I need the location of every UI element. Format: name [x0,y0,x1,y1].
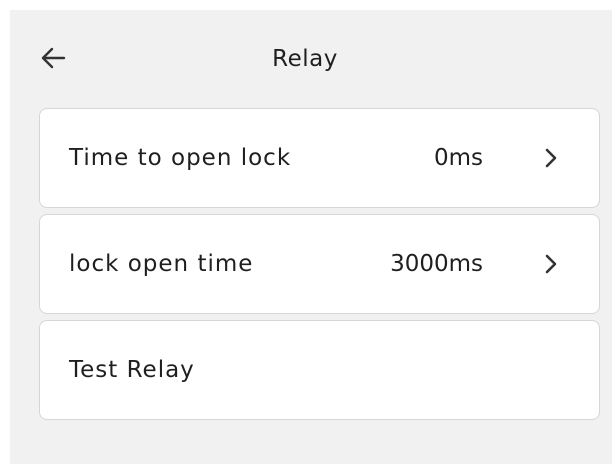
chevron-right-icon [545,254,557,274]
settings-row-label: Test Relay [69,357,195,383]
page-title: Relay [272,46,338,72]
settings-row-label: Time to open lock [69,145,292,171]
chevron-right-icon [545,148,557,168]
settings-row-time-to-open-lock[interactable]: Time to open lock 0ms [39,108,600,208]
settings-row-lock-open-time[interactable]: lock open time 3000ms [39,214,600,314]
header: Relay [10,10,612,108]
relay-settings-screen: Relay Time to open lock 0ms lock open ti… [10,10,612,464]
settings-row-label: lock open time [69,251,254,277]
test-relay-button[interactable]: Test Relay [39,320,600,420]
settings-row-value: 3000ms [390,251,483,277]
settings-row-value: 0ms [433,145,483,171]
